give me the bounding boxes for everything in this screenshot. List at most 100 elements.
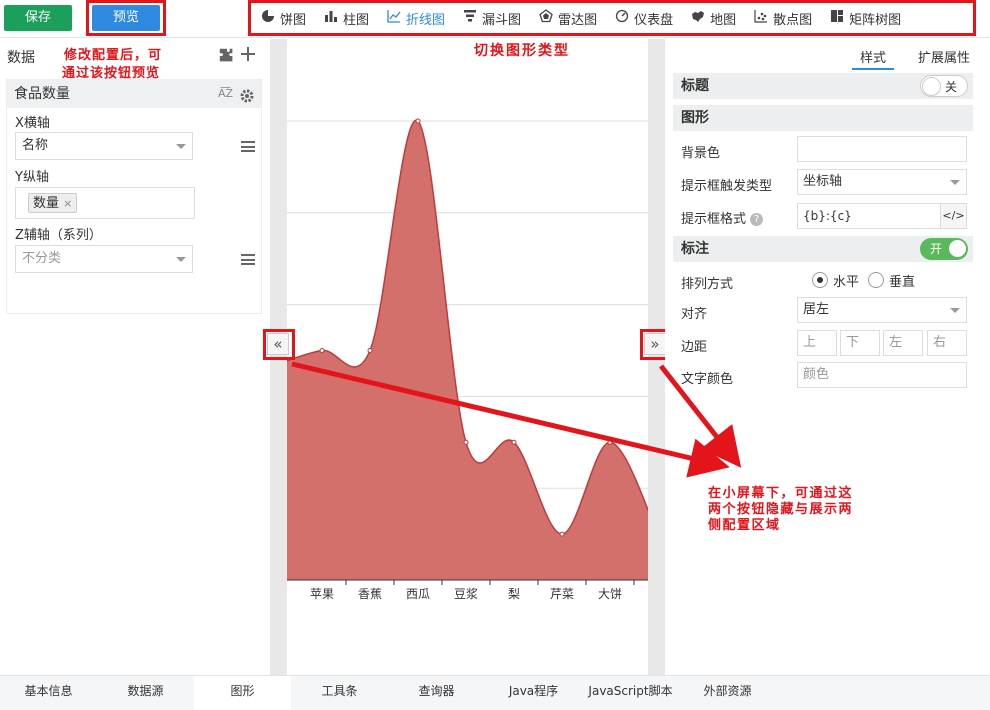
bottom-tab[interactable]: 外部资源: [679, 676, 776, 710]
x-axis-menu-icon[interactable]: [241, 141, 255, 152]
switch-type-annotation: 切换图形类型: [474, 43, 570, 59]
toggle-annotation-line3: 侧配置区域: [708, 518, 781, 533]
bottom-tab[interactable]: 查询器: [388, 676, 485, 710]
align-select[interactable]: 居左: [797, 297, 967, 323]
margin-top-input[interactable]: 上: [797, 330, 837, 356]
text-color-label: 文字颜色: [681, 372, 734, 387]
bottom-tab[interactable]: JavaScript脚本: [582, 676, 679, 710]
preview-highlight-box: [86, 0, 166, 36]
collapse-left-highlight: [263, 329, 295, 360]
area-chart: 苹果香蕉西瓜豆浆梨芹菜大饼西: [287, 118, 648, 601]
add-icon[interactable]: [240, 46, 256, 66]
bg-color-input[interactable]: [797, 136, 967, 162]
tooltip-format-input[interactable]: {b}:{c}: [797, 203, 941, 229]
bottom-tab[interactable]: 基本信息: [0, 676, 97, 710]
data-point[interactable]: [463, 439, 469, 445]
align-label: 对齐: [681, 307, 708, 322]
data-point[interactable]: [415, 118, 421, 124]
margin-label: 边距: [681, 340, 708, 355]
help-icon[interactable]: ?: [750, 213, 764, 226]
arrange-horizontal-label: 水平: [833, 275, 860, 290]
section-graph: 图形: [673, 105, 973, 131]
arrange-vertical-radio[interactable]: [868, 272, 884, 288]
margin-left-input[interactable]: 左: [883, 330, 923, 356]
data-point[interactable]: [319, 348, 325, 353]
label-toggle-label: 开: [930, 242, 943, 256]
gear-icon[interactable]: [239, 86, 255, 114]
title-toggle-label: 关: [945, 80, 958, 94]
tooltip-format-value: {b}:{c}: [803, 209, 852, 223]
chevron-down-icon: [950, 180, 960, 185]
x-tick-label: 西瓜: [406, 587, 430, 601]
chevron-down-icon: [176, 144, 186, 149]
sort-az-icon[interactable]: A͞Z: [218, 80, 233, 108]
area-fill: [287, 120, 648, 580]
right-panel-tabs: 样式 扩展属性: [836, 45, 978, 70]
style-config-panel: 样式 扩展属性 标题 关 图形 背景色 提示框触发类型 坐标轴 提示框格式 ? …: [665, 39, 990, 675]
close-icon[interactable]: ×: [63, 197, 72, 210]
bottom-tab[interactable]: 图形: [194, 676, 291, 710]
tooltip-format-text: 提示框格式: [681, 212, 747, 227]
title-toggle[interactable]: 关: [920, 75, 968, 97]
bottom-tabs: 基本信息 数据源 图形 工具条 查询器 Java程序 JavaScript脚本 外部资源: [0, 675, 990, 710]
chevron-down-icon: [950, 308, 960, 313]
x-tick-label: 大饼: [598, 587, 622, 601]
x-tick-label: 豆浆: [454, 586, 478, 601]
dataset-name: 食品数量: [14, 86, 70, 102]
dataset-title: 食品数量 A͞Z: [7, 80, 261, 108]
toggle-annotation: 在小屏幕下，可通过这 两个按钮隐藏与展示两 侧配置区域: [708, 486, 853, 534]
y-axis-tag[interactable]: 数量 ×: [28, 193, 78, 213]
y-axis-label: Y纵轴: [15, 170, 49, 185]
arrange-vertical-label: 垂直: [889, 275, 916, 290]
arrange-label: 排列方式: [681, 277, 734, 292]
margin-bottom-input[interactable]: 下: [840, 330, 880, 356]
bottom-tab[interactable]: Java程序: [485, 676, 582, 710]
data-point[interactable]: [559, 531, 565, 537]
tooltip-trigger-select[interactable]: 坐标轴: [797, 169, 967, 195]
top-toolbar: 保存 预览 饼图 柱图 折线图 漏斗图 雷达图 仪表盘 地图 散点图 矩阵树图: [0, 0, 990, 38]
z-axis-select[interactable]: 不分类: [15, 245, 193, 273]
bottom-tab[interactable]: 工具条: [291, 676, 388, 710]
bg-color-label: 背景色: [681, 146, 721, 161]
align-value: 居左: [803, 302, 830, 317]
tab-extended-properties[interactable]: 扩展属性: [910, 45, 978, 70]
label-toggle[interactable]: 开: [920, 238, 968, 260]
tooltip-trigger-value: 坐标轴: [803, 174, 843, 189]
x-axis-label: X横轴: [15, 116, 50, 131]
toggle-knob: [922, 77, 941, 96]
dataset-card: 食品数量 A͞Z X横轴 名称 Y纵轴 数量 × Z辅轴（系列） 不分类: [6, 79, 262, 314]
puzzle-icon[interactable]: [218, 47, 234, 67]
data-panel-title: 数据: [7, 50, 35, 66]
y-axis-tag-label: 数量: [33, 196, 60, 211]
tooltip-format-label: 提示框格式 ?: [681, 208, 764, 227]
chart-preview: 切换图形类型 苹果香蕉西瓜豆浆梨芹菜大饼西: [287, 39, 648, 675]
chart-type-highlight-box: [248, 0, 976, 36]
tab-style[interactable]: 样式: [851, 45, 894, 70]
z-axis-menu-icon[interactable]: [241, 254, 255, 265]
code-icon[interactable]: </>: [940, 203, 967, 229]
data-point[interactable]: [607, 439, 613, 445]
tooltip-trigger-label: 提示框触发类型: [681, 179, 773, 194]
save-button[interactable]: 保存: [4, 5, 72, 31]
toggle-knob: [948, 239, 967, 258]
toggle-annotation-line2: 两个按钮隐藏与展示两: [708, 502, 854, 517]
x-axis-select[interactable]: 名称: [15, 132, 193, 160]
data-point[interactable]: [511, 439, 517, 445]
z-axis-label: Z辅轴（系列）: [15, 228, 102, 243]
bottom-tab[interactable]: 数据源: [97, 676, 194, 710]
toggle-annotation-line1: 在小屏幕下，可通过这: [708, 486, 854, 501]
data-config-panel: 数据 修改配置后，可 通过该按钮预览 食品数量 A͞Z X横轴 名称 Y纵轴 数…: [0, 39, 270, 675]
x-axis-value: 名称: [22, 138, 49, 153]
data-point[interactable]: [367, 348, 373, 353]
preview-annotation: 修改配置后，可 通过该按钮预览: [62, 47, 163, 83]
x-tick-label: 香蕉: [358, 587, 382, 601]
chevron-down-icon: [176, 257, 186, 262]
z-axis-value: 不分类: [22, 251, 62, 266]
arrange-horizontal-radio[interactable]: [812, 272, 828, 288]
text-color-input[interactable]: 颜色: [797, 362, 967, 388]
x-tick-label: 苹果: [310, 587, 334, 601]
y-axis-input[interactable]: 数量 ×: [15, 187, 195, 219]
preview-annotation-line1: 修改配置后，可: [64, 48, 163, 63]
margin-right-input[interactable]: 右: [927, 330, 967, 356]
x-tick-label: 梨: [508, 587, 520, 601]
